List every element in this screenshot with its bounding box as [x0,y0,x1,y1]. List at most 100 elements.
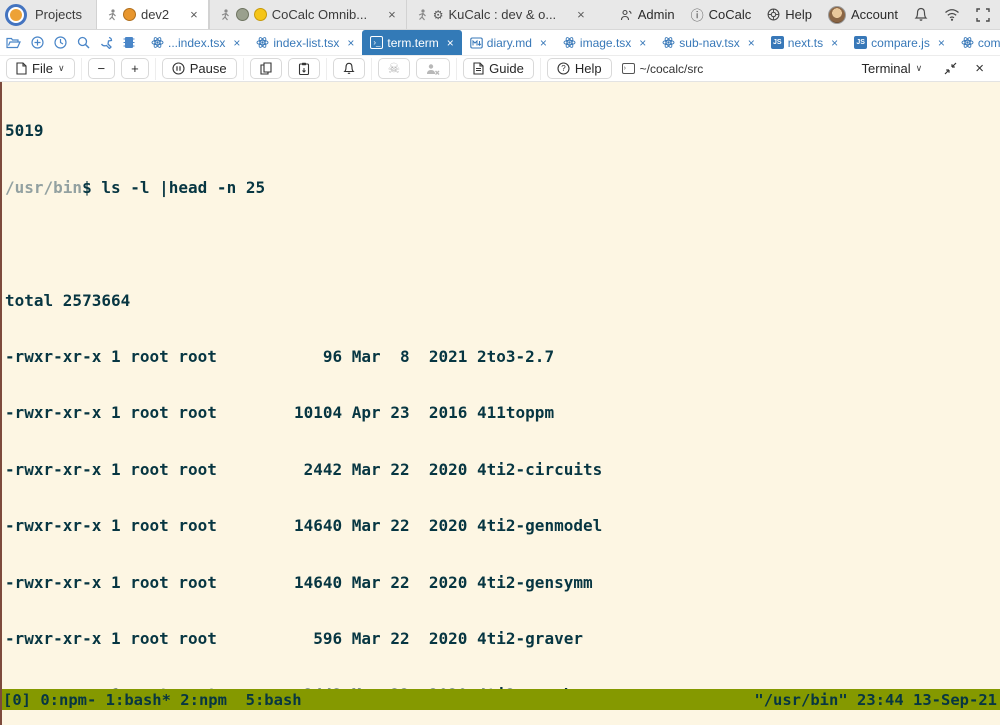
file-tab-index-tsx[interactable]: ...index.tsx × [143,30,248,55]
frame-toolbar: File ∨ − + Pause ☠ Guide ? Help ~/cocalc… [0,56,1000,82]
terminal-icon [622,63,635,74]
terminal-line: 5019 [5,122,1000,141]
terminal-line: -rwxr-xr-x 1 root root 596 Mar 22 2020 4… [5,630,1000,649]
terminal-line: -rwxr-xr-x 1 root root 96 Mar 8 2021 2to… [5,348,1000,367]
bell-button[interactable] [333,58,365,79]
toolbar-right: Terminal ∨ × [858,58,994,79]
plus-circle-icon[interactable] [31,36,44,49]
cocalc-logo-icon[interactable] [5,4,27,26]
terminal-line: -rwxr-xr-x 1 root root 14640 Mar 22 2020… [5,517,1000,536]
running-user-icon [107,9,118,21]
close-icon[interactable]: × [748,36,755,50]
pause-button[interactable]: Pause [162,58,237,79]
file-tab-label: ...index.tsx [168,36,225,50]
project-tab-label: KuCalc : dev & o... [449,7,557,22]
terminal-line: total 2573664 [5,292,1000,311]
raccoon-emoji-icon [236,8,249,21]
avatar [828,6,846,24]
close-icon[interactable]: × [831,36,838,50]
admin-label: Admin [638,7,675,22]
zoom-out-button[interactable]: − [88,58,116,79]
file-tab-label: diary.md [487,36,532,50]
shrink-frame-icon[interactable] [944,62,957,75]
tmux-windows-list[interactable]: [0] 0:npm- 1:bash* 2:npm 5:bash [3,691,302,709]
frame-type-dropdown[interactable]: Terminal ∨ [858,58,927,79]
running-user-icon [220,9,231,21]
file-tab-index-list[interactable]: index-list.tsx × [248,30,362,55]
file-tab-next-ts[interactable]: next.ts × [763,30,846,55]
wifi-icon[interactable] [944,8,960,21]
terminal-line: -rwxr-xr-x 1 root root 2442 Mar 22 2020 … [5,461,1000,480]
terminal-line: -rwxr-xr-x 1 root root 14640 Mar 22 2020… [5,574,1000,593]
close-icon[interactable]: × [447,36,454,50]
file-tab-sub-nav[interactable]: sub-nav.tsx × [654,30,762,55]
close-frame-icon[interactable]: × [975,60,984,77]
skull-icon: ☠ [388,60,401,77]
disconnect-users-button[interactable] [416,58,450,79]
frame-type-label: Terminal [862,61,911,76]
file-tab-compare-js[interactable]: compare.js × [846,30,953,55]
close-icon[interactable]: × [540,36,547,50]
paste-icon [298,62,310,75]
fullscreen-icon[interactable] [976,8,990,22]
tmux-status-right: "/usr/bin" 23:44 13-Sep-21 [754,691,997,709]
close-tab-icon[interactable]: × [190,7,198,22]
server-chip-icon[interactable] [123,36,135,49]
react-icon [256,36,269,49]
markdown-icon [470,36,483,49]
file-tab-label: compare.js [871,36,930,50]
kill-button[interactable]: ☠ [378,58,411,79]
project-tab-dev2[interactable]: dev2 × [96,0,209,29]
gear-icon: ⚙ [433,9,444,21]
paste-button[interactable] [288,58,320,79]
terminal-frame: 5019 /usr/bin$ ls -l |head -n 25 total 2… [0,82,1000,725]
svg-text:?: ? [561,64,566,73]
file-tabs-bar: ...index.tsx × index-list.tsx × term.ter… [0,30,1000,56]
projects-tab[interactable]: Projects [33,0,96,29]
file-tab-image-tsx[interactable]: image.tsx × [555,30,654,55]
cocalc-info-link[interactable]: ⓘ CoCalc [691,5,752,24]
help-button[interactable]: ? Help [547,58,612,79]
file-tab-label: term.term [387,36,438,50]
close-tab-icon[interactable]: × [577,7,585,22]
file-tab-term-term[interactable]: term.term × [362,30,461,55]
guide-file-icon [473,62,484,75]
zoom-in-button[interactable]: + [121,58,149,79]
history-clock-icon[interactable] [54,36,67,49]
file-tab-label: next.ts [788,36,823,50]
file-tab-diary-md[interactable]: diary.md × [462,30,555,55]
guide-button[interactable]: Guide [463,58,534,79]
people-icon [620,9,633,21]
copy-button[interactable] [250,58,282,79]
close-icon[interactable]: × [347,36,354,50]
close-icon[interactable]: × [938,36,945,50]
project-tab-kucalc[interactable]: ⚙ KuCalc : dev & o... × [406,0,595,29]
close-icon[interactable]: × [233,36,240,50]
file-tab-label: index-list.tsx [273,36,339,50]
account-link[interactable]: Account [828,6,898,24]
help-label: Help [575,61,602,76]
search-icon[interactable] [77,36,90,49]
question-circle-icon: ? [557,62,570,75]
terminal-command-line: /usr/bin$ ls -l |head -n 25 [5,179,1000,198]
file-icon [16,62,27,75]
terminal-icon [370,36,383,49]
pause-label: Pause [190,61,227,76]
file-menu-button[interactable]: File ∨ [6,58,75,79]
admin-link[interactable]: Admin [620,7,675,22]
close-icon[interactable]: × [639,36,646,50]
help-link[interactable]: Help [767,7,812,22]
folder-icon[interactable] [6,37,21,49]
project-tab-cocalc-omnibus[interactable]: CoCalc Omnib... × [209,0,406,29]
terminal[interactable]: 5019 /usr/bin$ ls -l |head -n 25 total 2… [2,82,1000,689]
account-label: Account [851,7,898,22]
bell-icon[interactable] [914,7,928,22]
react-icon [961,36,974,49]
chevron-down-icon: ∨ [916,63,923,74]
file-tab-compare-tsx[interactable]: compare.tsx × [953,30,1000,55]
wrench-icon[interactable] [100,36,113,49]
command-text: ls -l |head -n 25 [92,178,265,197]
project-tab-label: CoCalc Omnib... [272,7,367,22]
smiley-emoji-icon [254,8,267,21]
close-tab-icon[interactable]: × [388,7,396,22]
